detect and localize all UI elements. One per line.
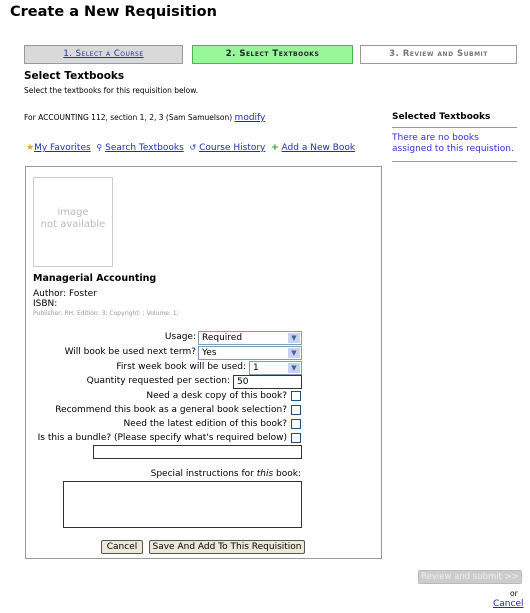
course-info-text: For ACCOUNTING 112, section 1, 2, 3 (Sam… (24, 113, 233, 122)
label-part: Special instructions for (150, 469, 257, 479)
bundle-checkbox[interactable] (291, 433, 301, 443)
first-week-label: First week book will be used: (116, 362, 246, 372)
step-select-course[interactable]: 1. Select a Course (24, 45, 183, 64)
cancel-link[interactable]: Cancel (493, 599, 524, 609)
quantity-label: Quantity requested per section: (86, 376, 230, 386)
usage-label: Usage: (164, 332, 196, 342)
special-instructions-label: Special instructions for this book: (151, 469, 301, 479)
latest-edition-label: Need the latest edition of this book? (123, 419, 287, 429)
book-title: Managerial Accounting (33, 273, 157, 284)
history-icon: ↺ (189, 143, 197, 152)
latest-edition-checkbox[interactable] (291, 419, 301, 429)
bundle-input[interactable] (93, 445, 302, 459)
cancel-button[interactable]: Cancel (101, 540, 143, 554)
step-select-textbooks: 2. Select Textbooks (192, 45, 353, 64)
divider (392, 127, 517, 128)
bundle-label: Is this a bundle? (Please specify what's… (37, 433, 287, 443)
desk-copy-checkbox[interactable] (291, 391, 301, 401)
image-text: image (57, 207, 89, 218)
review-submit-button[interactable]: Review and submit >> (418, 570, 522, 584)
sidebar-title: Selected Textbooks (392, 112, 491, 122)
search-icon: ⚲ (96, 143, 103, 152)
sidebar-empty-message: There are no books assigned to this requ… (392, 133, 514, 154)
course-history-link[interactable]: Course History (199, 143, 265, 153)
book-details: Publisher: RH; Edition: 3; Copyright: ; … (33, 310, 179, 317)
chevron-down-icon: ▼ (288, 348, 300, 358)
label-part: this (256, 469, 274, 479)
book-author: Author: Foster (33, 289, 97, 299)
recommend-checkbox[interactable] (291, 405, 301, 415)
my-favorites-link[interactable]: My Favorites (34, 143, 91, 153)
first-week-select[interactable]: 1 ▼ (249, 361, 302, 375)
section-title: Select Textbooks (24, 70, 125, 82)
step-review-submit: 3. Review and Submit (360, 45, 517, 64)
next-term-select[interactable]: Yes ▼ (198, 346, 302, 360)
book-isbn: ISBN: (33, 299, 58, 309)
book-image-placeholder: image not available (33, 177, 113, 267)
first-week-value: 1 (253, 363, 259, 373)
modify-link[interactable]: modify (235, 113, 266, 123)
course-info: For ACCOUNTING 112, section 1, 2, 3 (Sam… (24, 113, 265, 123)
label-part: book: (273, 469, 301, 479)
add-new-book-link[interactable]: Add a New Book (282, 143, 356, 153)
step-1-link[interactable]: 1. Select a Course (63, 49, 143, 59)
plus-icon: + (271, 143, 279, 153)
next-term-label: Will book be used next term? (64, 347, 196, 357)
search-textbooks-link[interactable]: Search Textbooks (105, 143, 184, 153)
page-title: Create a New Requisition (10, 4, 217, 20)
chevron-down-icon: ▼ (288, 333, 300, 343)
or-text: or (510, 589, 518, 598)
image-text: not available (40, 219, 106, 230)
chevron-down-icon: ▼ (288, 363, 300, 373)
book-links: ★My Favorites ⚲ Search Textbooks ↺ Cours… (26, 143, 355, 153)
quantity-input[interactable]: 50 (233, 375, 302, 389)
recommend-label: Recommend this book as a general book se… (55, 405, 287, 415)
next-term-value: Yes (202, 348, 217, 358)
divider (392, 161, 517, 162)
save-add-button[interactable]: Save And Add To This Requisition (149, 540, 305, 554)
desk-copy-label: Need a desk copy of this book? (146, 391, 287, 401)
special-instructions-textarea[interactable] (63, 481, 302, 528)
usage-value: Required (202, 333, 243, 343)
usage-select[interactable]: Required ▼ (198, 331, 302, 345)
section-subtitle: Select the textbooks for this requisitio… (24, 86, 199, 95)
star-icon: ★ (26, 143, 35, 153)
